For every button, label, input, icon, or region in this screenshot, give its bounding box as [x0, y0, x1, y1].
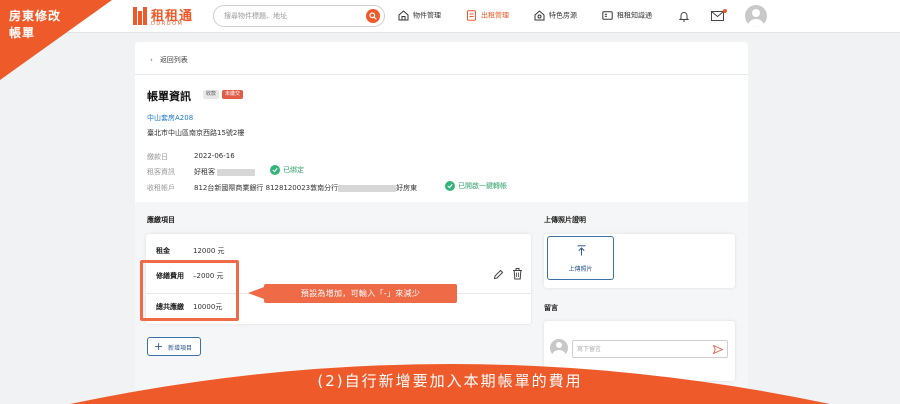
- redacted-text: [217, 168, 256, 176]
- line-item-value: 12000 元: [193, 247, 225, 255]
- nav-item-property-management[interactable]: 物件管理: [398, 10, 441, 23]
- account-value: 812台新國際商業銀行 8128120023敦南分行 好房東: [194, 183, 417, 193]
- chevron-left-icon: ‹: [150, 56, 153, 64]
- nav-item-label: 出租管理: [481, 11, 509, 20]
- house-icon: [398, 10, 409, 21]
- due-date-value: 2022-06-16: [194, 152, 235, 160]
- divider: [135, 74, 748, 75]
- ribbon-line-1: 房東修改: [9, 9, 62, 23]
- search-input[interactable]: [224, 9, 359, 23]
- property-name-link[interactable]: 中山套房A208: [147, 113, 193, 123]
- account-verified-text: 已開啟一鍵轉帳: [458, 182, 507, 190]
- logo-subtitle: DDROOM: [151, 21, 184, 27]
- upload-photo-button[interactable]: 上傳照片: [547, 236, 614, 280]
- back-label: 返回列表: [159, 56, 188, 64]
- redacted-text: [338, 184, 397, 192]
- due-date-label: 繳款日: [147, 153, 168, 161]
- page-title: 帳單資訊: [147, 90, 191, 103]
- tenant-name: 好租客: [194, 168, 215, 176]
- upload-photo-label: 上傳照片: [568, 266, 593, 273]
- check-circle-icon: [270, 165, 280, 175]
- tenant-info-value: 好租客: [194, 167, 256, 177]
- upload-card: 上傳照片: [544, 234, 735, 288]
- account-holder: 好房東: [396, 184, 418, 192]
- account-bank: 812台新國際商業銀行 8128120023敦南分行: [194, 184, 339, 192]
- user-avatar[interactable]: [745, 5, 767, 27]
- upload-arrow-icon: [577, 245, 586, 256]
- trash-icon[interactable]: [512, 268, 523, 280]
- callout-arrow: [248, 287, 264, 299]
- nav-item-featured-listings[interactable]: 特色房源: [534, 10, 577, 23]
- back-link[interactable]: ‹ 返回列表: [150, 55, 188, 65]
- highlight-box: [140, 260, 239, 321]
- book-icon: [602, 11, 613, 20]
- search-icon: [369, 12, 377, 20]
- tenant-info-label: 租客資訊: [147, 168, 175, 176]
- mail-icon[interactable]: [711, 11, 724, 21]
- pencil-icon[interactable]: [493, 269, 504, 280]
- status-badge: 收款: [203, 90, 220, 99]
- tenant-verified-text: 已綁定: [283, 166, 304, 174]
- corner-ribbon-text: 房東修改 帳單: [9, 8, 61, 42]
- nav-item-rental-management[interactable]: 出租管理: [466, 10, 509, 23]
- search-box: [213, 5, 385, 27]
- banner-caption: (2)自行新增要加入本期帳單的費用: [317, 372, 583, 390]
- bell-icon[interactable]: [678, 10, 690, 22]
- upload-section-title: 上傳照片證明: [544, 216, 586, 224]
- items-section-title: 應繳項目: [147, 216, 175, 224]
- search-button[interactable]: [366, 9, 380, 23]
- ribbon-line-2: 帳單: [9, 26, 36, 40]
- property-address: 臺北市中山區南京西路15號2樓: [147, 129, 245, 137]
- nav-item-label: 特色房源: [549, 11, 577, 20]
- home-star-icon: [534, 10, 545, 21]
- account-verified-badge: 已開啟一鍵轉帳: [445, 181, 507, 191]
- message-section-title: 留言: [544, 304, 558, 312]
- tenant-verified-badge: 已綁定: [270, 165, 304, 175]
- nav-item-label: 物件管理: [413, 11, 441, 20]
- nav-item-label: 租租知識通: [617, 11, 652, 20]
- check-circle-icon: [445, 181, 455, 191]
- account-label: 收租帳戶: [147, 184, 175, 192]
- state-badge: 未繳交: [222, 90, 244, 99]
- callout-tip: 預設為增加，可輸入「-」來減少: [264, 284, 457, 303]
- notification-dot: [723, 9, 727, 13]
- nav-item-knowledge[interactable]: 租租知識通: [602, 10, 652, 23]
- line-item-label: 租金: [156, 247, 170, 255]
- top-nav-bar: 租租通 DDROOM 物件管理 出租管理 特色房源 租租知識通: [0, 0, 900, 33]
- brand-logo[interactable]: 租租通 DDROOM: [133, 5, 213, 29]
- logo-mark-icon: [133, 7, 147, 25]
- document-icon: [467, 10, 476, 21]
